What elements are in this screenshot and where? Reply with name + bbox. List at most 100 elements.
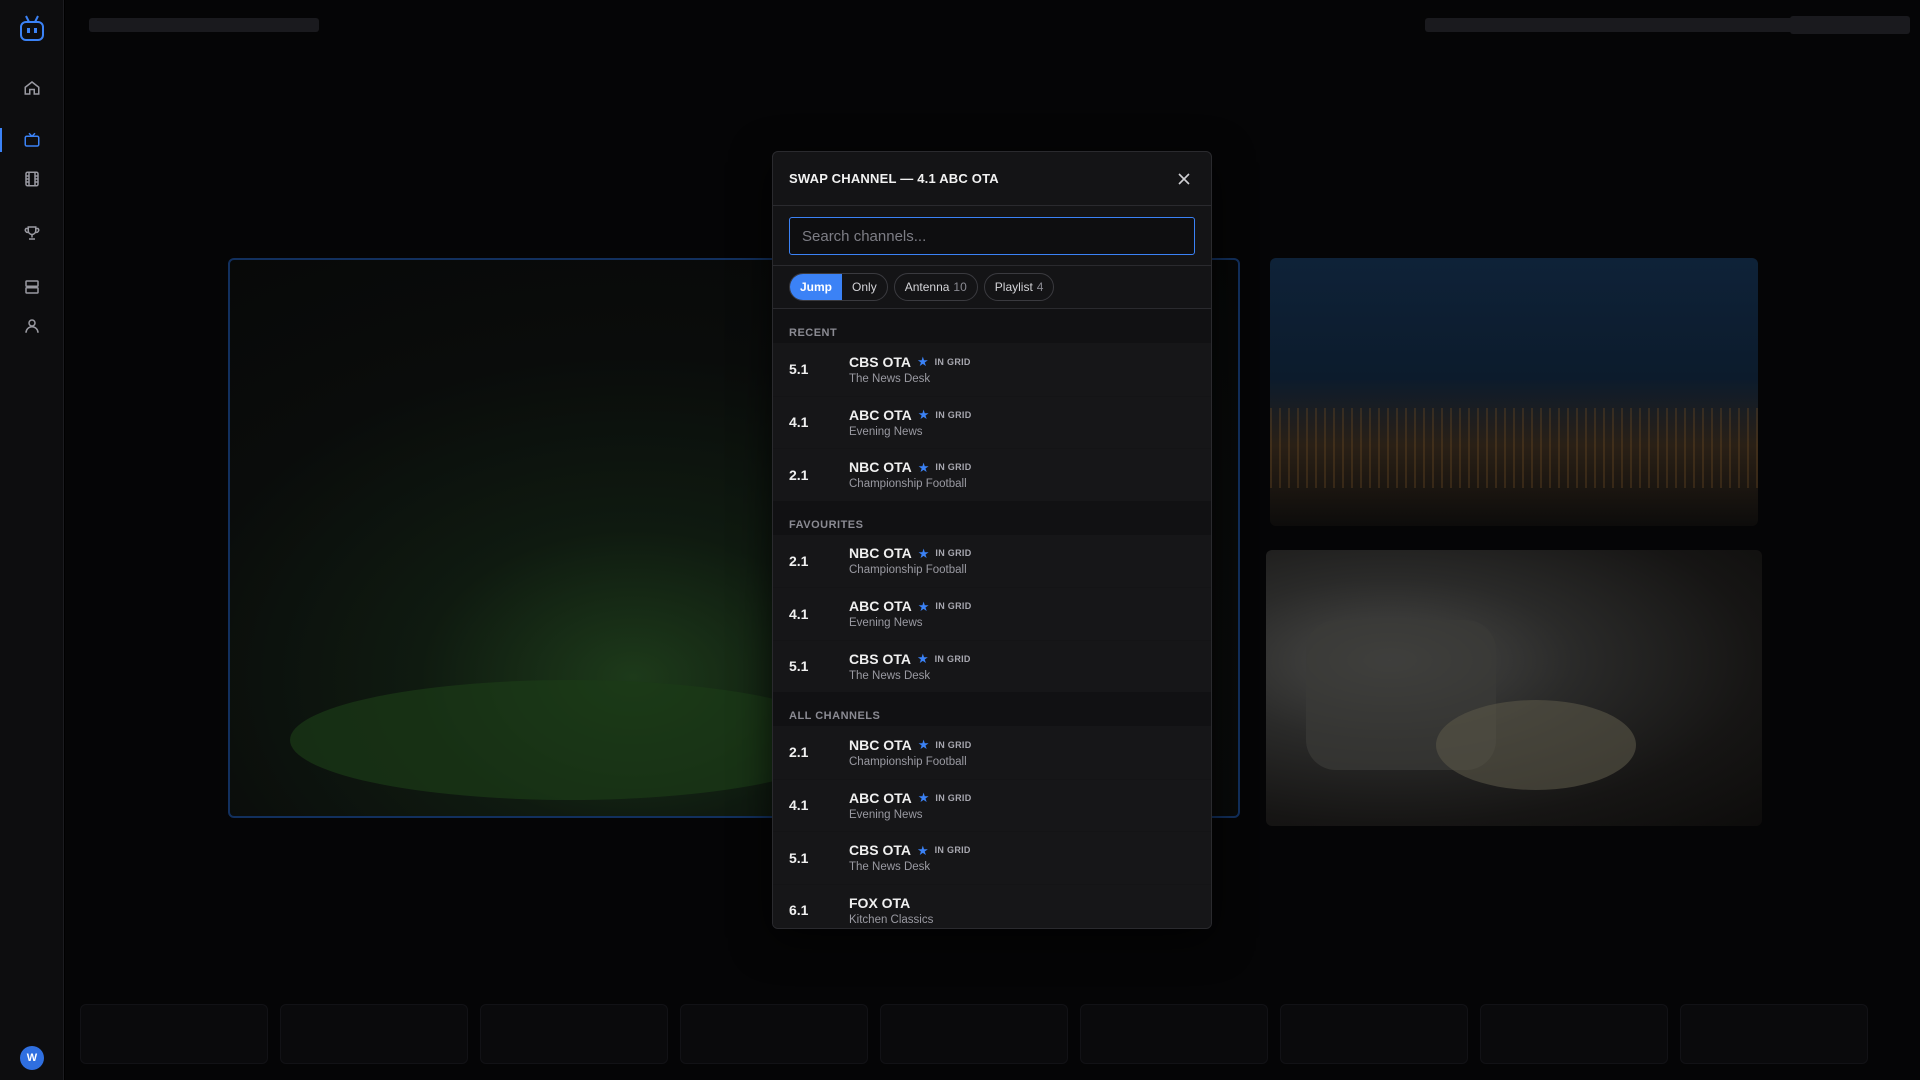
- search-input[interactable]: [789, 217, 1195, 255]
- nav-movies[interactable]: [0, 163, 64, 195]
- nav-home[interactable]: [0, 72, 64, 104]
- nav-layouts[interactable]: [0, 271, 64, 303]
- channel-name: NBC OTA: [849, 545, 912, 562]
- mode-toggle: Jump Only: [789, 273, 888, 301]
- topbar-placeholder: [89, 18, 319, 32]
- video-scene: [290, 680, 850, 800]
- channel-row[interactable]: 5.1 CBS OTA ★ IN GRID The News Desk: [773, 831, 1211, 884]
- star-icon[interactable]: ★: [918, 600, 930, 613]
- swap-channel-modal: SWAP CHANNEL — 4.1 ABC OTA Jump Only Ant…: [772, 151, 1212, 929]
- channel-row[interactable]: 2.1 NBC OTA ★ IN GRID Championship Footb…: [773, 448, 1211, 501]
- channel-info: FOX OTA Kitchen Classics: [849, 895, 933, 926]
- channel-name: NBC OTA: [849, 736, 912, 753]
- only-button[interactable]: Only: [842, 274, 887, 300]
- video-scene: [1436, 700, 1636, 790]
- channel-info: NBC OTA ★ IN GRID Championship Football: [849, 545, 972, 576]
- channel-line: FOX OTA: [849, 895, 933, 911]
- nav-profile[interactable]: [0, 310, 64, 342]
- in-grid-badge: IN GRID: [934, 845, 971, 856]
- antenna-filter-count: 10: [953, 280, 967, 294]
- nav-live-tv[interactable]: [0, 124, 64, 156]
- channel-number: 4.1: [789, 605, 809, 622]
- channel-number: 2.1: [789, 744, 809, 761]
- channel-number: 6.1: [789, 902, 809, 919]
- program-title: Evening News: [849, 617, 923, 630]
- channel-row[interactable]: 4.1 ABC OTA ★ IN GRID Evening News: [773, 778, 1211, 831]
- channel-line: ABC OTA ★ IN GRID: [849, 790, 972, 806]
- film-icon: [25, 171, 39, 187]
- channel-line: NBC OTA ★ IN GRID: [849, 459, 972, 475]
- playlist-filter-count: 4: [1036, 280, 1044, 294]
- star-icon[interactable]: ★: [918, 791, 930, 804]
- channel-number: 4.1: [789, 797, 809, 814]
- channel-row[interactable]: 4.1 ABC OTA ★ IN GRID Evening News: [773, 395, 1211, 448]
- strip-card: [880, 1004, 1068, 1064]
- trophy-icon: [24, 226, 40, 240]
- channel-row[interactable]: 2.1 NBC OTA ★ IN GRID Championship Footb…: [773, 726, 1211, 779]
- close-button[interactable]: [1173, 168, 1195, 190]
- in-grid-badge: IN GRID: [935, 792, 972, 803]
- channel-info: NBC OTA ★ IN GRID Championship Football: [849, 737, 972, 768]
- channel-line: NBC OTA ★ IN GRID: [849, 737, 972, 753]
- jump-button[interactable]: Jump: [790, 274, 843, 300]
- channel-info: CBS OTA ★ IN GRID The News Desk: [849, 354, 971, 385]
- channel-name: ABC OTA: [849, 598, 912, 615]
- video-scene: [1270, 408, 1758, 488]
- channel-name: ABC OTA: [849, 789, 912, 806]
- channel-number: 2.1: [789, 466, 809, 483]
- channel-info: NBC OTA ★ IN GRID Championship Football: [849, 459, 972, 490]
- program-title: Evening News: [849, 808, 923, 821]
- playlist-filter-label: Playlist: [994, 280, 1033, 294]
- playlist-filter[interactable]: Playlist 4: [983, 273, 1055, 301]
- channel-name: ABC OTA: [849, 406, 912, 423]
- channel-number: 5.1: [789, 658, 809, 675]
- nav-sports[interactable]: [0, 217, 64, 249]
- channel-number: 5.1: [789, 361, 809, 378]
- channel-strip: [80, 1004, 1910, 1066]
- tv-icon: [24, 132, 40, 147]
- strip-card: [1280, 1004, 1468, 1064]
- strip-card: [1680, 1004, 1868, 1064]
- star-icon[interactable]: ★: [918, 738, 930, 751]
- antenna-filter[interactable]: Antenna 10: [893, 273, 978, 301]
- section-label-all-channels: ALL CHANNELS: [773, 692, 1211, 726]
- filter-bar: Jump Only Antenna 10 Playlist 4: [773, 266, 1211, 309]
- app-logo-icon[interactable]: [18, 14, 46, 44]
- section-label-favourites: FAVOURITES: [773, 500, 1211, 535]
- channel-number: 4.1: [789, 414, 809, 431]
- home-icon: [24, 81, 40, 95]
- channel-number: 2.1: [789, 552, 809, 569]
- channel-row[interactable]: 6.1 FOX OTA Kitchen Classics: [773, 883, 1211, 928]
- strip-card: [1080, 1004, 1268, 1064]
- program-title: The News Desk: [849, 372, 931, 385]
- program-title: Championship Football: [849, 564, 967, 577]
- star-icon[interactable]: ★: [917, 355, 929, 368]
- star-icon[interactable]: ★: [917, 652, 929, 665]
- search-area: [773, 206, 1211, 266]
- close-icon: [1178, 172, 1190, 185]
- star-icon[interactable]: ★: [918, 547, 930, 560]
- star-icon[interactable]: ★: [918, 461, 930, 474]
- star-icon[interactable]: ★: [918, 408, 930, 421]
- channel-line: CBS OTA ★ IN GRID: [849, 354, 971, 370]
- antenna-filter-label: Antenna: [904, 280, 950, 294]
- video-tile-cooking: [1266, 550, 1762, 826]
- strip-card: [1480, 1004, 1668, 1064]
- channel-name: CBS OTA: [849, 650, 911, 667]
- channel-line: NBC OTA ★ IN GRID: [849, 545, 972, 561]
- channel-row[interactable]: 5.1 CBS OTA ★ IN GRID The News Desk: [773, 639, 1211, 692]
- avatar[interactable]: W: [20, 1046, 44, 1070]
- star-icon[interactable]: ★: [917, 844, 929, 857]
- program-title: Championship Football: [849, 755, 967, 768]
- program-title: Kitchen Classics: [849, 913, 934, 926]
- channel-row[interactable]: 5.1 CBS OTA ★ IN GRID The News Desk: [773, 343, 1211, 396]
- channel-row[interactable]: 4.1 ABC OTA ★ IN GRID Evening News: [773, 587, 1211, 640]
- topbar-placeholder: [1790, 16, 1910, 34]
- channel-info: ABC OTA ★ IN GRID Evening News: [849, 790, 972, 821]
- in-grid-badge: IN GRID: [934, 356, 971, 367]
- video-tile-city: [1270, 258, 1758, 526]
- channel-row[interactable]: 2.1 NBC OTA ★ IN GRID Championship Footb…: [773, 534, 1211, 587]
- channel-info: ABC OTA ★ IN GRID Evening News: [849, 407, 972, 438]
- modal-title: SWAP CHANNEL — 4.1 ABC OTA: [789, 171, 999, 186]
- channel-line: CBS OTA ★ IN GRID: [849, 842, 971, 858]
